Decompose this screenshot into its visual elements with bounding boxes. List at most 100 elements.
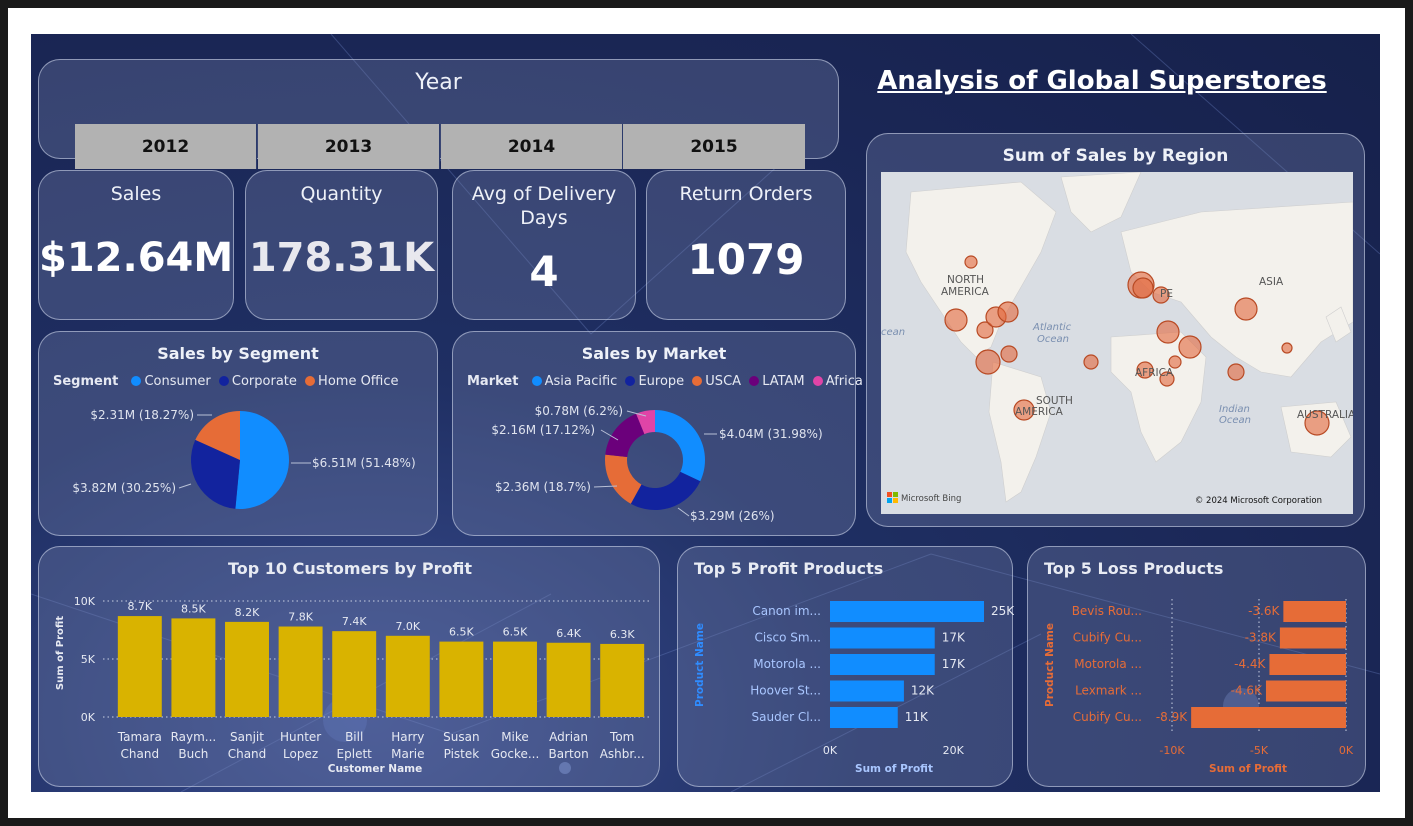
x-tick-label: Tom: [609, 730, 634, 744]
segment-label-consumer: $6.51M (51.48%): [312, 456, 416, 470]
bing-attribution: Microsoft Bing: [901, 494, 961, 504]
segment-label-home-office: $2.31M (18.27%): [90, 408, 194, 422]
loss-products-bar-chart[interactable]: Top 5 Loss Products Product Name Sum of …: [1028, 547, 1367, 788]
profit-products-bar-chart[interactable]: Top 5 Profit Products Product Name Sum o…: [678, 547, 1014, 788]
bar-cisco-sm[interactable]: [830, 627, 935, 649]
bar-tom-ashbr[interactable]: [600, 643, 645, 717]
map-bubble[interactable]: [1156, 320, 1180, 344]
y-tick-label: Motorola ...: [1074, 657, 1142, 671]
map-label-atlantic-ocean: Ocean: [1037, 334, 1069, 345]
returns-kpi-value: 1079: [687, 235, 805, 284]
bar-data-label: 11K: [905, 710, 929, 724]
market-label-usca: $2.36M (18.7%): [495, 480, 591, 494]
bar-canon-im[interactable]: [830, 601, 984, 622]
segment-label-corporate: $3.82M (30.25%): [72, 481, 176, 495]
bar-motorola[interactable]: [830, 654, 935, 675]
bar-motorola[interactable]: [1269, 654, 1346, 675]
market-label-africa: $0.78M (6.2%): [535, 404, 623, 418]
bar-data-label: 7.8K: [288, 611, 313, 624]
map-title: Sum of Sales by Region: [1002, 146, 1229, 166]
y-tick-label: Canon im...: [752, 604, 821, 618]
map-bubble[interactable]: [1234, 297, 1258, 321]
bar-raym-buch[interactable]: [171, 618, 216, 717]
year-button-2012[interactable]: 2012: [75, 124, 257, 169]
year-button-2015[interactable]: 2015: [623, 124, 805, 169]
bar-bill-eplett[interactable]: [332, 631, 377, 717]
bar-data-label: -8.9K: [1156, 710, 1188, 724]
bar-hunter-lopez[interactable]: [278, 626, 323, 717]
bar-lexmark[interactable]: [1265, 680, 1346, 702]
bar-data-label: 6.5K: [449, 626, 474, 639]
x-tick-label: Susan: [443, 730, 479, 744]
bar-data-label: 12K: [911, 684, 935, 698]
bar-mike-gocke[interactable]: [493, 641, 537, 717]
sales-kpi-label: Sales: [110, 183, 162, 205]
dashboard-canvas: Analysis of Global Superstores Year 2012…: [31, 34, 1380, 792]
loss-products-y-axis-title: Product Name: [1044, 623, 1056, 707]
bar-cubify-cu[interactable]: [1279, 627, 1346, 649]
bar-adrian-barton[interactable]: [546, 642, 591, 717]
donut-slice-europe[interactable]: [630, 471, 701, 510]
bar-sanjit-chand[interactable]: [225, 621, 269, 717]
map-bubble[interactable]: [944, 308, 968, 332]
donut-slice-latam[interactable]: [605, 413, 645, 457]
map-bubble[interactable]: [1132, 277, 1154, 299]
market-donut-chart[interactable]: $4.04M (31.98%) $3.29M (26%) $2.36M (18.…: [453, 332, 857, 537]
sales-kpi-card: Sales $12.64M: [38, 170, 234, 320]
pie-slice-consumer[interactable]: [235, 411, 289, 509]
bar-sauder-cl[interactable]: [830, 707, 898, 728]
map-label-indian: Indian: [1219, 404, 1250, 415]
map-label-europe: PE: [1160, 288, 1173, 300]
segment-pie-chart[interactable]: $6.51M (51.48%) $3.82M (30.25%) $2.31M (…: [39, 332, 439, 537]
loss-products-x-axis-title: Sum of Profit: [1209, 763, 1287, 775]
map-bubble[interactable]: [1083, 354, 1099, 370]
year-button-2013[interactable]: 2013: [258, 124, 440, 169]
map-card: Sum of Sales by Region NORTH AMERICA SOU…: [866, 133, 1365, 527]
x-tick-label: -5K: [1250, 744, 1269, 757]
y-tick-label: Motorola ...: [753, 657, 821, 671]
bar-hoover-st[interactable]: [830, 680, 904, 702]
map-copyright: © 2024 Microsoft Corporation: [1195, 496, 1322, 506]
map-label-asia: ASIA: [1259, 276, 1284, 288]
donut-slice-asia-pacific[interactable]: [655, 410, 705, 482]
map-bubble[interactable]: [1281, 342, 1293, 354]
map-bubble[interactable]: [1227, 363, 1245, 381]
bar-harry-marie[interactable]: [385, 635, 430, 717]
map-bubble[interactable]: [1000, 345, 1018, 363]
bar-bevis-rou[interactable]: [1283, 601, 1346, 622]
map-label-atlantic: Atlantic: [1032, 322, 1072, 333]
bar-susan-pistek[interactable]: [439, 641, 484, 717]
bar-cubify-cu[interactable]: [1191, 707, 1346, 728]
world-map[interactable]: NORTH AMERICA SOUTH AMERICA ASIA AFRICA …: [881, 172, 1353, 514]
y-tick-label: Sauder Cl...: [752, 710, 821, 724]
x-tick-label: Tamara: [117, 730, 162, 744]
map-bubble[interactable]: [1178, 335, 1202, 359]
top-customers-card: Top 10 Customers by Profit Sum of Profit…: [38, 546, 660, 787]
top-customers-title: Top 10 Customers by Profit: [228, 559, 472, 578]
x-tick-label: 20K: [943, 744, 965, 757]
x-tick-label: Chand: [121, 747, 160, 761]
map-bubble[interactable]: [997, 301, 1019, 323]
x-tick-label: Chand: [228, 747, 267, 761]
market-label-asia-pacific: $4.04M (31.98%): [719, 427, 823, 441]
map-bubble[interactable]: [964, 255, 978, 269]
year-button-2014[interactable]: 2014: [441, 124, 623, 169]
y-tick-label: Bevis Rou...: [1072, 604, 1142, 618]
bar-data-label: -4.4K: [1234, 657, 1266, 671]
x-tick-label: Ashbr...: [600, 747, 645, 761]
map-label-south-america: AMERICA: [1015, 406, 1064, 418]
x-tick-label: Barton: [549, 747, 589, 761]
returns-kpi-label: Return Orders: [679, 183, 813, 205]
bar-data-label: 6.4K: [556, 627, 581, 640]
market-label-europe: $3.29M (26%): [690, 509, 775, 523]
top-customers-bar-chart[interactable]: Top 10 Customers by Profit Sum of Profit…: [39, 547, 661, 788]
bar-data-label: -3.6K: [1248, 604, 1280, 618]
delivery-kpi-value: 4: [529, 247, 559, 296]
profit-products-y-axis-title: Product Name: [694, 623, 706, 707]
y-tick-label: Cubify Cu...: [1073, 710, 1142, 724]
x-tick-label: Hunter: [280, 730, 321, 744]
bar-tamara-chand[interactable]: [117, 616, 162, 717]
map-bubble[interactable]: [975, 349, 1001, 375]
bar-data-label: -4.6K: [1231, 684, 1263, 698]
label-leader: [677, 507, 690, 517]
